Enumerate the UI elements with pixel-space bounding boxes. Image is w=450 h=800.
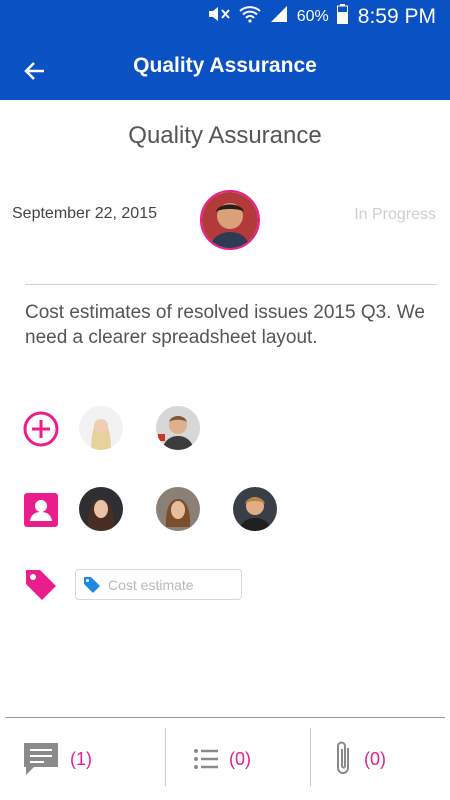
tag-input[interactable]: Cost estimate: [75, 569, 242, 600]
assignees-button[interactable]: [22, 491, 60, 529]
comments-tab[interactable]: (1): [22, 718, 92, 800]
bottom-bar: (1) (0) (0): [0, 718, 450, 800]
battery-percent: 60%: [296, 7, 329, 25]
tab-separator: [310, 728, 311, 786]
assignee-avatar[interactable]: [233, 487, 277, 531]
task-date: September 22, 2015: [12, 205, 157, 222]
follower-avatar[interactable]: [79, 406, 123, 450]
clock: 8:59 PM: [357, 4, 436, 28]
attachments-count: (0): [364, 748, 386, 769]
owner-avatar[interactable]: [200, 190, 260, 250]
checklist-tab[interactable]: (0): [193, 718, 251, 800]
tags-button[interactable]: [22, 566, 60, 604]
mute-icon: [207, 5, 231, 28]
app-bar-title: Quality Assurance: [133, 54, 317, 77]
tag-small-icon: [84, 577, 100, 593]
task-description: Cost estimates of resolved issues 2015 Q…: [25, 302, 425, 348]
list-icon: [194, 749, 218, 769]
comments-count: (1): [70, 748, 92, 769]
follower-avatar[interactable]: [156, 406, 200, 450]
add-follower-button[interactable]: [22, 410, 60, 448]
tag-icon: [26, 570, 56, 600]
attachments-tab[interactable]: (0): [332, 718, 386, 800]
assignee-avatar[interactable]: [156, 487, 200, 531]
tab-separator: [165, 728, 166, 786]
checklist-count: (0): [229, 748, 251, 769]
app-bar: Quality Assurance: [0, 32, 450, 100]
task-status: In Progress: [354, 206, 436, 223]
status-bar: 60% 8:59 PM: [0, 0, 450, 32]
divider: [25, 284, 437, 285]
contact-card-icon: [24, 493, 58, 527]
battery-icon: [336, 4, 348, 29]
assignee-avatar[interactable]: [79, 487, 123, 531]
add-circle-icon: [23, 411, 59, 447]
signal-icon: [269, 5, 289, 28]
tag-label: Cost estimate: [108, 577, 194, 593]
task-title: Quality Assurance: [128, 122, 322, 149]
paperclip-icon: [337, 741, 349, 774]
wifi-icon: [239, 5, 261, 28]
comment-icon: [24, 743, 58, 775]
